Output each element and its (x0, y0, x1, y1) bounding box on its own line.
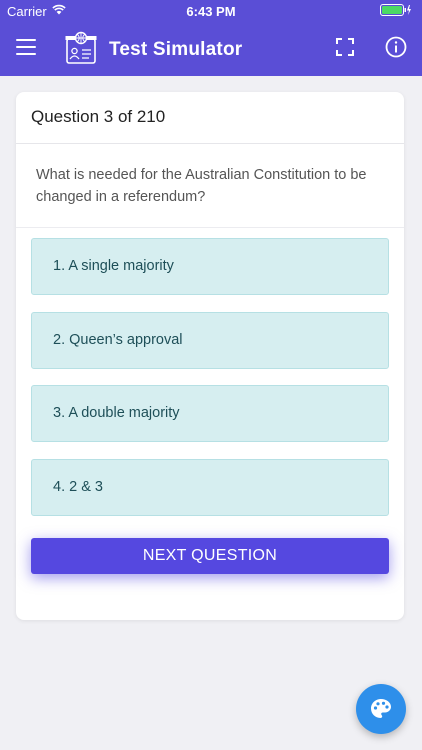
fullscreen-icon[interactable] (336, 38, 354, 56)
question-card: Question 3 of 210 What is needed for the… (16, 92, 404, 620)
answer-option-3[interactable]: 3. A double majority (31, 385, 389, 442)
next-question-button[interactable]: NEXT QUESTION (31, 538, 389, 574)
answer-option-4[interactable]: 4. 2 & 3 (31, 458, 389, 516)
answer-option-1[interactable]: 1. A single majority (31, 238, 389, 295)
theme-button[interactable] (356, 684, 406, 734)
question-counter: Question 3 of 210 (16, 92, 404, 144)
answer-option-2[interactable]: 2. Queen’s approval (31, 311, 389, 369)
id-card-globe-icon (65, 31, 97, 64)
palette-icon (371, 699, 391, 718)
status-time: 6:43 PM (186, 4, 236, 19)
question-text: What is needed for the Australian Consti… (16, 144, 404, 228)
top-bar: Carrier 6:43 PM Test Simulator (0, 0, 422, 76)
battery-icon (380, 4, 411, 16)
status-bar: Carrier 6:43 PM (0, 0, 422, 22)
menu-icon[interactable] (16, 39, 36, 55)
answer-list: 1. A single majority 2. Queen’s approval… (16, 228, 404, 516)
page-title: Test Simulator (109, 39, 243, 60)
nav-bar: Test Simulator (0, 22, 422, 76)
info-icon[interactable] (385, 36, 407, 58)
